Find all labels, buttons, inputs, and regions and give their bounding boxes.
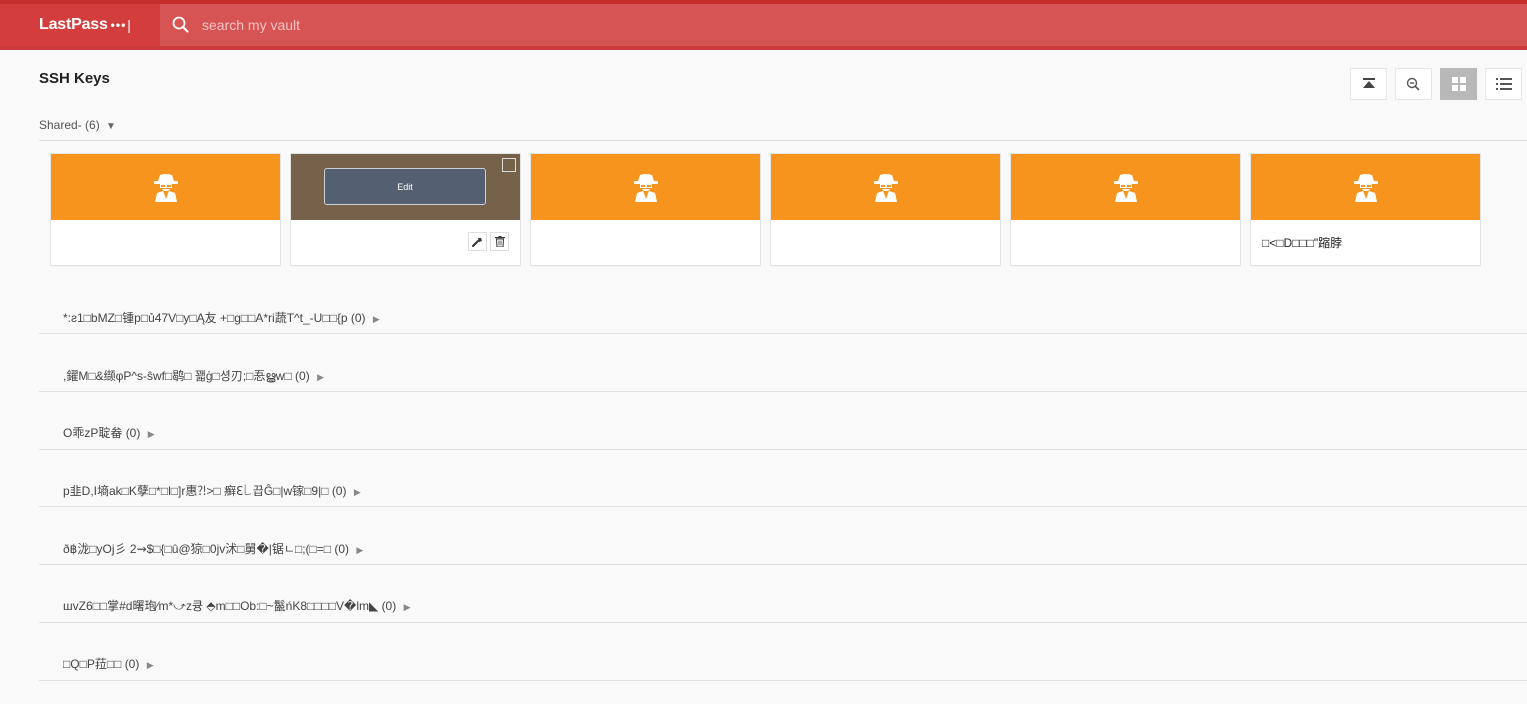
- card-header: [531, 154, 760, 220]
- folder-label: ð฿泷□yOj彡 2⇝$□{□û@猄□0jv沭□舅�|锯ㄴ□;(□=□: [63, 542, 332, 556]
- divider: [39, 449, 1527, 450]
- brand-bar: |: [127, 17, 131, 33]
- wrench-icon: [472, 238, 482, 247]
- list-view-button[interactable]: [1485, 68, 1522, 100]
- select-checkbox[interactable]: [502, 158, 516, 172]
- collapse-all-button[interactable]: [1350, 68, 1387, 100]
- divider: [39, 333, 1527, 334]
- folder-label: *:ƨ1□bMZ□锺p□ủ47V□y□Ą友 +□g□□A*ri蔬T^t_-U□□…: [63, 311, 348, 325]
- expand-icon: ▶: [353, 487, 361, 497]
- lastpass-logo[interactable]: LastPass ••• |: [0, 4, 160, 46]
- search-icon[interactable]: [170, 14, 192, 36]
- brand-dots: •••: [110, 18, 127, 32]
- card-header: [1011, 154, 1240, 220]
- folder-row[interactable]: O乖zP聢畚 (0) ▶: [63, 424, 155, 441]
- zoom-out-icon: [1406, 77, 1420, 91]
- list-view-icon: [1495, 78, 1512, 90]
- vault-card[interactable]: [771, 154, 1000, 265]
- folder-row[interactable]: ,鑃M□&缬φP^s-ŝwf□鹖□ 꽯ģ□셩刃;□忢ൠw□ (0) ▶: [63, 367, 324, 384]
- expand-icon: ▶: [372, 314, 380, 324]
- group-toggle-icon: ▼: [106, 121, 116, 132]
- vault-card[interactable]: [531, 154, 760, 265]
- top-bar: LastPass ••• |: [0, 0, 1527, 50]
- folder-count: (0): [334, 542, 350, 556]
- divider: [39, 140, 1527, 141]
- folder-count: (0): [125, 426, 141, 440]
- agent-icon: [1113, 174, 1138, 202]
- folder-count: (0): [331, 484, 347, 498]
- group-label: Shared- (6): [39, 118, 100, 132]
- folder-label: □Q□P菈□□: [63, 657, 122, 671]
- edit-button[interactable]: Edit: [324, 168, 486, 205]
- grid-view-button[interactable]: [1440, 68, 1477, 100]
- agent-icon: [633, 174, 658, 202]
- card-header: Edit: [291, 154, 520, 220]
- view-toolbar: [1350, 68, 1522, 100]
- expand-icon: ▶: [146, 660, 154, 670]
- page-title: SSH Keys: [39, 70, 110, 87]
- folder-row[interactable]: p韭D,I墒ak□K孽□*□l□]r惠⁈>□ 癣ℇ꒒끕Ĝ□|w镓□9|□ (0)…: [63, 482, 361, 499]
- divider: [39, 506, 1527, 507]
- folder-count: (0): [124, 657, 140, 671]
- trash-icon: [494, 236, 505, 247]
- folder-label: шvZ6□□掌#d曙玸⁄m*⤻z큥 ⬘m□□Ob:□~鬣ńK8□□□□V�lm◣: [63, 599, 379, 613]
- card-actions: [468, 232, 509, 251]
- brand-text: LastPass: [39, 16, 108, 33]
- folder-row[interactable]: ð฿泷□yOj彡 2⇝$□{□û@猄□0jv沭□舅�|锯ㄴ□;(□=□ (0) …: [63, 540, 363, 557]
- vault-card[interactable]: □<□D□□□"蹜脖: [1251, 154, 1480, 265]
- agent-icon: [873, 174, 898, 202]
- search-bar: [160, 4, 1527, 46]
- expand-icon: ▶: [317, 372, 324, 382]
- folder-row[interactable]: шvZ6□□掌#d曙玸⁄m*⤻z큥 ⬘m□□Ob:□~鬣ńK8□□□□V�lm◣…: [63, 597, 411, 614]
- folder-label: O乖zP聢畚: [63, 426, 123, 440]
- divider: [39, 622, 1527, 623]
- zoom-out-button[interactable]: [1395, 68, 1432, 100]
- card-header: [51, 154, 280, 220]
- card-header: [771, 154, 1000, 220]
- folder-label: ,鑃M□&缬φP^s-ŝwf□鹖□ 꽯ģ□셩刃;□忢ൠw□: [63, 369, 292, 383]
- folder-count: (0): [295, 369, 310, 383]
- folder-count: (0): [350, 311, 366, 325]
- vault-card[interactable]: [51, 154, 280, 265]
- folder-label: p韭D,I墒ak□K孽□*□l□]r惠⁈>□ 癣ℇ꒒끕Ĝ□|w镓□9|□: [63, 484, 329, 498]
- card-header: [1251, 154, 1480, 220]
- folder-row[interactable]: *:ƨ1□bMZ□锺p□ủ47V□y□Ą友 +□g□□A*ri蔬T^t_-U□□…: [63, 309, 380, 326]
- expand-icon: ▶: [147, 429, 155, 439]
- collapse-all-icon: [1362, 78, 1375, 88]
- folder-count: (0): [381, 599, 397, 613]
- folder-row[interactable]: □Q□P菈□□ (0) ▶: [63, 655, 154, 672]
- expand-icon: ▶: [403, 602, 411, 612]
- agent-icon: [1353, 174, 1378, 202]
- vault-card-hovered[interactable]: Edit: [291, 154, 520, 265]
- agent-icon: [153, 174, 178, 202]
- shared-group-header[interactable]: Shared- (6) ▼: [39, 118, 116, 132]
- divider: [39, 564, 1527, 565]
- grid-view-icon: [1451, 77, 1466, 91]
- card-name: □<□D□□□"蹜脖: [1262, 236, 1343, 250]
- vault-card[interactable]: [1011, 154, 1240, 265]
- divider: [39, 680, 1527, 681]
- search-input[interactable]: [200, 16, 804, 34]
- card-grid: Edit □<□D□□□"蹜脖: [51, 154, 1480, 265]
- expand-icon: ▶: [356, 545, 364, 555]
- share-button[interactable]: [468, 232, 487, 251]
- delete-button[interactable]: [490, 232, 509, 251]
- divider: [39, 391, 1527, 392]
